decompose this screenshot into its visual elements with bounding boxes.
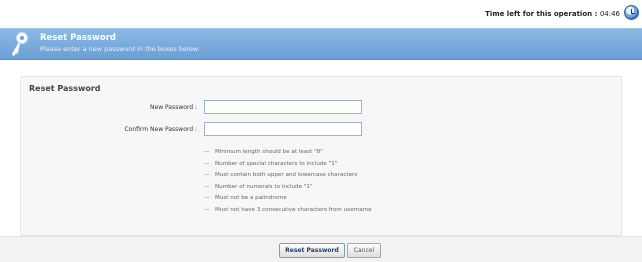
- confirm-password-field[interactable]: [204, 122, 362, 136]
- rule-item: — Must not have 3 consecutive characters …: [204, 206, 372, 213]
- rule-item: — Must not be a palindrome: [204, 195, 287, 202]
- rule-text: Must not be a palindrome: [215, 195, 287, 202]
- panel-title: Reset Password: [29, 84, 101, 93]
- rule-text: Number of numerals to include "1": [215, 183, 313, 190]
- page-title: Reset Password: [40, 33, 116, 43]
- new-password-field[interactable]: [204, 100, 362, 114]
- button-bar: Reset Password Cancel: [0, 236, 642, 262]
- rule-text: Minimum length should be at least "8": [215, 149, 323, 155]
- session-timer: Time left for this operation : 04:46: [485, 10, 620, 18]
- rule-item: — Must contain both upper and lowercase c…: [204, 172, 358, 179]
- cancel-button[interactable]: Cancel: [347, 243, 381, 258]
- rule-item: — Number of numerals to include "1": [204, 183, 313, 190]
- clock-icon: [624, 5, 639, 20]
- rule-item: — Number of special characters to include…: [204, 160, 338, 167]
- key-icon: [11, 32, 28, 57]
- timer-label: Time left for this operation :: [485, 10, 598, 18]
- rule-text: Must contain both upper and lowercase ch…: [215, 172, 358, 179]
- timer-value: 04:46: [599, 10, 620, 18]
- rule-item: — Minimum length should be at least "8": [204, 149, 323, 155]
- confirm-password-label: Confirm New Password :: [124, 126, 197, 133]
- reset-password-panel: Reset Password New Password : Confirm Ne…: [20, 76, 622, 236]
- password-rules-list: — Minimum length should be at least "8" —…: [204, 147, 372, 217]
- top-bar: Time left for this operation : 04:46: [0, 0, 642, 28]
- page-subtitle: Please enter a new password in the boxes…: [40, 45, 200, 53]
- reset-password-button[interactable]: Reset Password: [279, 243, 345, 258]
- rule-text: Must not have 3 consecutive characters f…: [215, 206, 372, 213]
- rule-text: Number of special characters to include …: [215, 160, 338, 167]
- new-password-label: New Password :: [150, 104, 197, 111]
- page-header: Reset Password Please enter a new passwo…: [0, 28, 642, 60]
